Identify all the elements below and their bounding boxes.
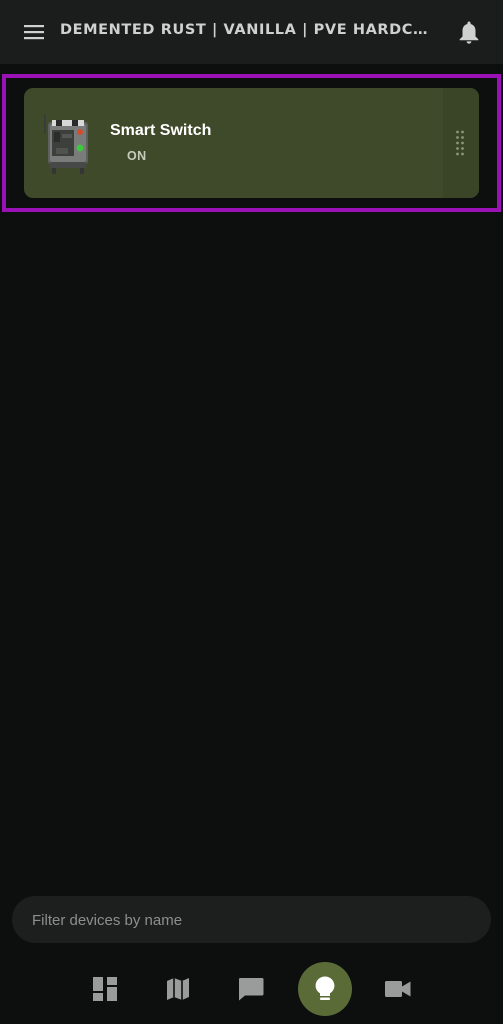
top-bar: DEMENTED RUST | VANILLA | PVE HARDCORE |… — [0, 0, 503, 64]
device-state: ON — [127, 149, 147, 163]
nav-dashboard[interactable] — [85, 969, 125, 1009]
filter-input[interactable] — [30, 896, 474, 945]
menu-icon — [24, 25, 44, 40]
menu-button[interactable] — [22, 20, 46, 44]
device-card-smart-switch[interactable]: Smart Switch ON — [24, 88, 479, 198]
dashboard-icon — [93, 977, 117, 1001]
smart-switch-image — [44, 114, 88, 174]
lightbulb-icon — [315, 976, 335, 1000]
bottom-nav — [0, 958, 503, 1024]
notifications-button[interactable] — [456, 19, 482, 45]
camera-icon — [385, 981, 411, 997]
nav-devices[interactable] — [298, 962, 352, 1016]
drag-handle-icon[interactable] — [455, 130, 465, 156]
chat-icon — [239, 978, 264, 1001]
app-root: DEMENTED RUST | VANILLA | PVE HARDCORE |… — [0, 0, 503, 1024]
map-icon — [167, 978, 189, 1000]
bell-icon — [459, 21, 479, 44]
filter-field — [12, 896, 491, 945]
nav-map[interactable] — [158, 969, 198, 1009]
server-title: DEMENTED RUST | VANILLA | PVE HARDCORE |… — [60, 22, 440, 38]
nav-cameras[interactable] — [378, 969, 418, 1009]
nav-chat[interactable] — [231, 969, 271, 1009]
device-name: Smart Switch — [110, 122, 212, 139]
